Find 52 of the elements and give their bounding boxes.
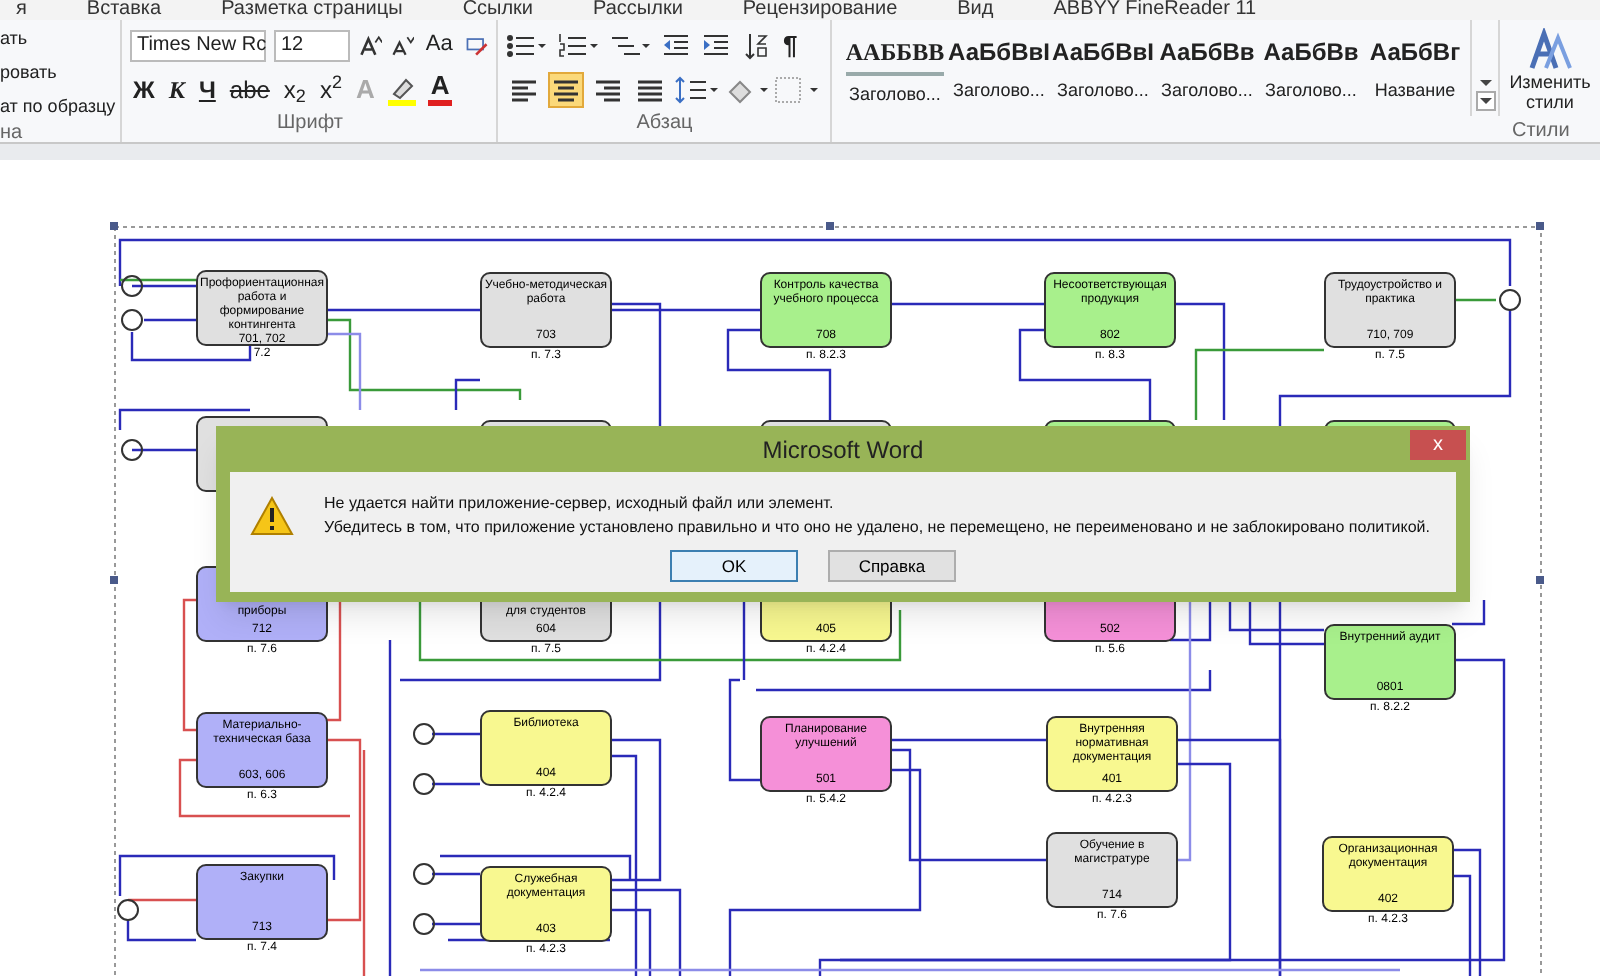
multilevel-list-icon[interactable] <box>610 32 651 60</box>
dialog-button[interactable]: OK <box>670 550 798 582</box>
ribbon-tab[interactable]: Рецензирование <box>742 0 898 20</box>
sort-icon[interactable] <box>742 32 771 60</box>
style-gallery-item[interactable]: ААББВВ Заголово... <box>844 32 946 116</box>
change-styles-button[interactable]: Изменить стили <box>1500 20 1600 116</box>
group-label: Стили <box>1512 118 1572 146</box>
style-gallery-item[interactable]: АаБбВвI Заголово... <box>948 32 1050 116</box>
align-button[interactable] <box>548 72 585 108</box>
ribbon-tab[interactable]: Рассылки <box>593 0 683 20</box>
dialog-button[interactable]: Справка <box>828 550 956 582</box>
style-gallery-item[interactable]: АаБбВв Заголово... <box>1156 32 1258 116</box>
dialog-message: Не удается найти приложение-сервер, исходный файл или элемент. <box>324 492 836 516</box>
highlighter-icon[interactable] <box>386 73 419 106</box>
line-spacing-icon[interactable] <box>674 76 719 104</box>
ribbon-tab[interactable]: я <box>16 0 27 20</box>
font-name-field[interactable]: Times New Rc <box>130 29 267 62</box>
ribbon-tab[interactable]: ABBYY FineReader 11 <box>1053 0 1257 20</box>
group-label: на <box>0 120 25 148</box>
clipboard-command[interactable]: ровать <box>0 62 121 84</box>
grow-font-icon[interactable] <box>357 31 382 60</box>
style-gallery-item[interactable]: АаБбВв Заголово... <box>1260 32 1362 116</box>
ribbon-tab[interactable]: Вставка <box>86 0 162 20</box>
bullets-icon[interactable] <box>506 32 547 60</box>
increase-indent-icon[interactable] <box>702 32 731 60</box>
clipboard-command[interactable]: ать <box>0 28 121 50</box>
dialog-title: Microsoft Word <box>762 433 924 467</box>
style-gallery-item[interactable]: АаБбВг Название <box>1364 32 1466 116</box>
format-button[interactable]: Ч <box>196 75 218 104</box>
change-case-button[interactable]: Aa <box>421 28 457 62</box>
style-gallery-item[interactable]: АаБбВвI Заголово... <box>1052 32 1154 116</box>
format-button[interactable]: x$^{2}$ <box>317 75 344 104</box>
format-button[interactable]: A <box>428 72 452 107</box>
format-button[interactable]: x$_{2}$ <box>281 75 308 104</box>
close-button[interactable]: x <box>1410 430 1466 460</box>
font-size-field[interactable]: 12 <box>274 29 350 62</box>
format-button[interactable]: К <box>166 75 187 104</box>
numbering-icon[interactable] <box>558 32 599 60</box>
warning-icon <box>250 496 294 536</box>
format-button[interactable]: Ж <box>130 75 157 104</box>
dialog-message: Убедитесь в том, что приложение установлено правильно и что оно не удалено, не перемещено, не переименовано и не заблокировано политикой. <box>324 516 1430 540</box>
ribbon-tab[interactable]: Ссылки <box>462 0 534 20</box>
group-label: Шрифт <box>277 110 343 138</box>
group-label: Абзац <box>636 110 693 138</box>
clipboard-command[interactable]: ат по образцу <box>0 96 121 118</box>
styles-letters-icon <box>1528 28 1572 72</box>
ribbon-tab[interactable]: Разметка страницы <box>221 0 403 20</box>
ribbon-tab[interactable]: Вид <box>957 0 994 20</box>
shrink-font-icon[interactable] <box>389 31 414 60</box>
format-button[interactable]: abe <box>227 75 272 104</box>
show-formatting-button[interactable]: ¶ <box>782 26 798 66</box>
decrease-indent-icon[interactable] <box>662 32 691 60</box>
